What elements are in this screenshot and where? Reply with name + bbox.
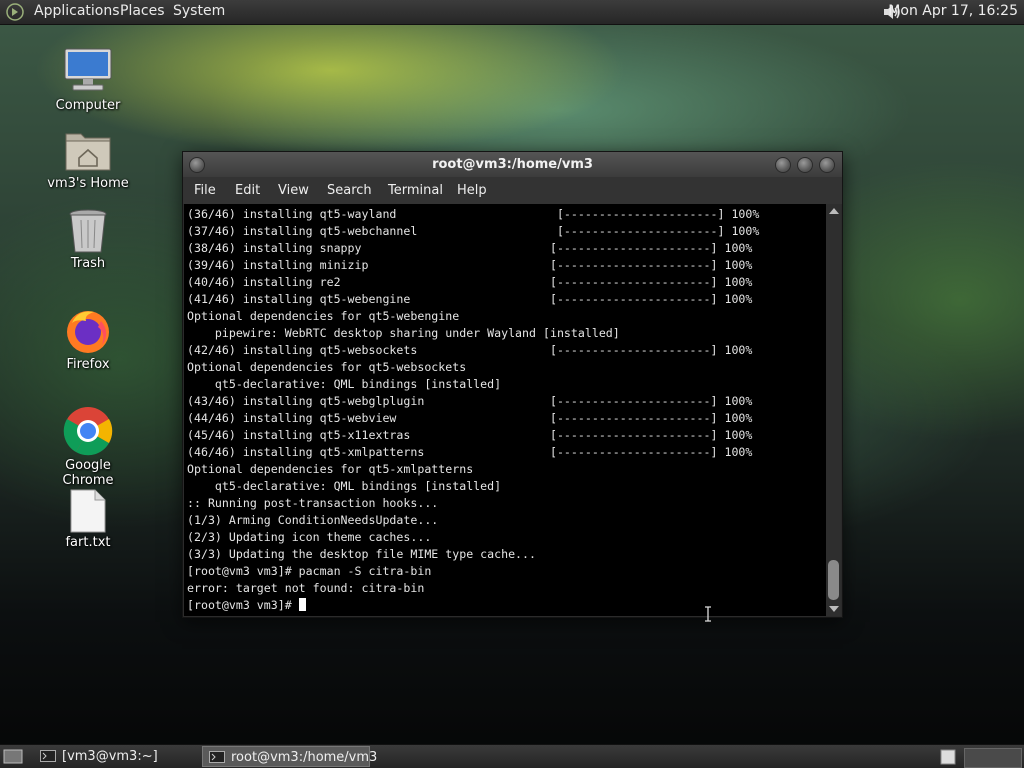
top-panel: Applications Places System Mon Apr 17, 1… bbox=[0, 0, 1024, 25]
terminal-icon bbox=[40, 750, 56, 762]
window-title: root@vm3:/home/vm3 bbox=[432, 157, 593, 172]
menu-view[interactable]: View bbox=[278, 183, 309, 198]
terminal-line: (45/46) installing qt5-x11extras [------… bbox=[187, 428, 753, 442]
workspace-2[interactable] bbox=[964, 748, 1022, 768]
maximize-icon[interactable] bbox=[797, 157, 813, 173]
terminal-line: (37/46) installing qt5-webchannel [-----… bbox=[187, 224, 760, 238]
menu-search[interactable]: Search bbox=[327, 183, 372, 198]
terminal-cursor bbox=[298, 598, 306, 611]
scrollbar-thumb[interactable] bbox=[828, 560, 839, 600]
desktop-icon-chrome[interactable]: Google Chrome bbox=[38, 406, 138, 488]
taskbar-item-vm3[interactable]: [vm3@vm3:~] bbox=[34, 746, 164, 767]
terminal-line: Optional dependencies for qt5-xmlpattern… bbox=[187, 462, 474, 476]
show-desktop-icon[interactable] bbox=[3, 749, 23, 764]
scroll-up-icon[interactable] bbox=[829, 208, 839, 214]
desktop-icon-label: Trash bbox=[70, 256, 106, 271]
terminal-line: [root@vm3 vm3]# pacman -S citra-bin bbox=[187, 564, 432, 578]
taskbar-item-root-terminal[interactable]: root@vm3:/home/vm3 bbox=[202, 746, 377, 767]
terminal-menubar: File Edit View Search Terminal Help bbox=[183, 177, 842, 204]
computer-icon bbox=[64, 48, 112, 91]
terminal-line: (43/46) installing qt5-webglplugin [----… bbox=[187, 394, 753, 408]
menu-edit[interactable]: Edit bbox=[235, 183, 260, 198]
desktop-icon-label: vm3's Home bbox=[47, 176, 129, 191]
chrome-icon bbox=[63, 407, 113, 456]
menu-applications[interactable]: Applications bbox=[34, 3, 120, 19]
clock[interactable]: Mon Apr 17, 16:25 bbox=[888, 3, 1018, 19]
taskbar-label: [vm3@vm3:~] bbox=[62, 749, 158, 764]
menu-help[interactable]: Help bbox=[457, 183, 487, 198]
desktop-icon-home[interactable]: vm3's Home bbox=[38, 128, 138, 191]
taskbar-label: root@vm3:/home/vm3 bbox=[231, 750, 378, 765]
terminal-window: root@vm3:/home/vm3 File Edit View Search… bbox=[182, 151, 843, 618]
desktop-icon-computer[interactable]: Computer bbox=[38, 46, 138, 113]
bottom-panel: [vm3@vm3:~] root@vm3:/home/vm3 bbox=[0, 744, 1024, 768]
terminal-line: (42/46) installing qt5-websockets [-----… bbox=[187, 343, 753, 357]
desktop-icon-fart-txt[interactable]: fart.txt bbox=[38, 489, 138, 550]
gnome-foot-logo-icon[interactable] bbox=[6, 3, 24, 21]
close-icon[interactable] bbox=[819, 157, 835, 173]
terminal-line: :: Running post-transaction hooks... bbox=[187, 496, 439, 510]
terminal-line: error: target not found: citra-bin bbox=[187, 581, 425, 595]
menu-places[interactable]: Places bbox=[120, 3, 165, 19]
terminal-line: (2/3) Updating icon theme caches... bbox=[187, 530, 432, 544]
terminal-line: (44/46) installing qt5-webview [--------… bbox=[187, 411, 753, 425]
terminal-line: (46/46) installing qt5-xmlpatterns [----… bbox=[187, 445, 753, 459]
desktop-icon-firefox[interactable]: Firefox bbox=[38, 307, 138, 372]
terminal-line: Optional dependencies for qt5-websockets bbox=[187, 360, 467, 374]
terminal-text: (36/46) installing qt5-wayland [--------… bbox=[184, 204, 826, 614]
terminal-output[interactable]: (36/46) installing qt5-wayland [--------… bbox=[184, 204, 826, 616]
terminal-line: (41/46) installing qt5-webengine [------… bbox=[187, 292, 753, 306]
terminal-line: (3/3) Updating the desktop file MIME typ… bbox=[187, 547, 537, 561]
scroll-down-icon[interactable] bbox=[829, 606, 839, 612]
terminal-line: qt5-declarative: QML bindings [installed… bbox=[187, 377, 502, 391]
terminal-line: (40/46) installing re2 [----------------… bbox=[187, 275, 753, 289]
firefox-icon bbox=[67, 311, 109, 353]
terminal-line: (1/3) Arming ConditionNeedsUpdate... bbox=[187, 513, 439, 527]
home-folder-icon bbox=[65, 133, 111, 171]
terminal-prompt: [root@vm3 vm3]# bbox=[187, 597, 826, 614]
terminal-line: Optional dependencies for qt5-webengine bbox=[187, 309, 460, 323]
menu-system[interactable]: System bbox=[173, 3, 225, 19]
desktop-icon-label: Firefox bbox=[66, 357, 110, 372]
desktop-icon-label: Computer bbox=[55, 98, 121, 113]
menu-terminal[interactable]: Terminal bbox=[388, 183, 443, 198]
desktop-icon-label: Google Chrome bbox=[62, 458, 114, 488]
workspace-switcher-icon[interactable] bbox=[940, 749, 956, 765]
terminal-icon bbox=[209, 751, 225, 763]
trash-icon bbox=[69, 209, 107, 253]
desktop-icon-label: fart.txt bbox=[65, 535, 111, 550]
terminal-line: (39/46) installing minizip [------------… bbox=[187, 258, 753, 272]
minimize-icon[interactable] bbox=[775, 157, 791, 173]
desktop-icon-trash[interactable]: Trash bbox=[38, 208, 138, 271]
window-titlebar[interactable]: root@vm3:/home/vm3 bbox=[183, 152, 842, 177]
text-file-icon bbox=[70, 489, 106, 533]
terminal-line: pipewire: WebRTC desktop sharing under W… bbox=[187, 326, 620, 340]
text-cursor-icon bbox=[705, 606, 711, 622]
terminal-line: qt5-declarative: QML bindings [installed… bbox=[187, 479, 502, 493]
terminal-line: (36/46) installing qt5-wayland [--------… bbox=[187, 207, 760, 221]
terminal-line: (38/46) installing snappy [-------------… bbox=[187, 241, 753, 255]
menu-file[interactable]: File bbox=[194, 183, 216, 198]
terminal-scrollbar[interactable] bbox=[826, 204, 841, 616]
